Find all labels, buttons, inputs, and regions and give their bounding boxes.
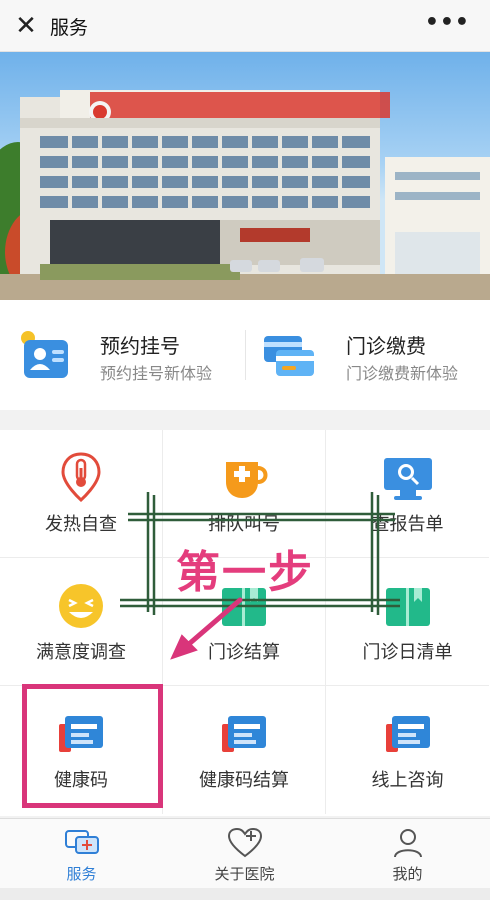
chat-plus-icon (64, 830, 99, 854)
person-icon (393, 829, 422, 858)
grid-item-label: 健康码 (54, 770, 108, 791)
smiley-icon (59, 584, 103, 628)
grid-item-label: 门诊结算 (208, 642, 280, 663)
tab-services[interactable]: 服务 (0, 825, 163, 885)
grid-item-fever-check[interactable]: 发热自查 (0, 430, 163, 558)
tab-mine[interactable]: 我的 (326, 825, 489, 885)
tab-label: 服务 (66, 865, 97, 883)
grid-item-daily-list[interactable]: 门诊日清单 (326, 558, 489, 686)
top-bar: ✕ 服务 ••• (0, 0, 490, 52)
book-icon (222, 588, 266, 626)
appointment-title: 预约挂号 (100, 334, 180, 358)
tab-label: 我的 (392, 865, 423, 883)
payment-entry[interactable]: 门诊缴费 门诊缴费新体验 (262, 326, 482, 386)
grid-item-settlement[interactable]: 门诊结算 (163, 558, 326, 686)
grid-item-health-code[interactable]: 健康码 (0, 686, 163, 814)
more-icon[interactable]: ••• (425, 10, 470, 35)
close-icon[interactable]: ✕ (12, 12, 40, 40)
appointment-subtitle: 预约挂号新体验 (100, 364, 213, 383)
appointment-entry[interactable]: 预约挂号 预约挂号新体验 (20, 326, 240, 386)
hospital-banner[interactable] (0, 52, 490, 300)
health-card-icon (222, 716, 266, 752)
payment-title: 门诊缴费 (346, 334, 426, 358)
grid-item-label: 排队叫号 (208, 514, 280, 535)
tab-about-hospital[interactable]: 关于医院 (163, 825, 326, 885)
tab-label: 关于医院 (214, 865, 275, 883)
health-card-icon (385, 716, 430, 752)
page-title: 服务 (50, 17, 89, 39)
payment-cards-icon (264, 336, 314, 376)
appointment-card-icon (21, 331, 68, 378)
grid-item-label: 满意度调查 (36, 642, 126, 663)
quick-divider (245, 330, 246, 380)
thermometer-pin-icon (61, 452, 101, 503)
book-icon (385, 588, 430, 626)
quick-services: 预约挂号 预约挂号新体验 门诊缴费 门诊缴费新体验 (0, 300, 490, 410)
grid-item-label: 线上咨询 (371, 770, 444, 791)
grid-item-report[interactable]: 查报告单 (326, 430, 489, 558)
grid-item-online-consult[interactable]: 线上咨询 (326, 686, 489, 814)
grid-item-label: 发热自查 (45, 514, 117, 535)
monitor-search-icon (383, 458, 432, 500)
grid-item-label: 查报告单 (371, 514, 444, 535)
grid-item-queue[interactable]: 排队叫号 (163, 430, 326, 558)
grid-item-label: 门诊日清单 (362, 642, 453, 663)
service-grid: 发热自查 排队叫号 查报告单 满意度调查 门诊结算 门诊日清单 健康码 健康码结… (0, 430, 490, 816)
bottom-strip (0, 888, 490, 900)
grid-item-health-code-settlement[interactable]: 健康码结算 (163, 686, 326, 814)
cup-icon (226, 462, 268, 498)
bottom-tab-bar: 服务 关于医院 我的 (0, 818, 490, 888)
grid-item-satisfaction[interactable]: 满意度调查 (0, 558, 163, 686)
grid-item-label: 健康码结算 (199, 770, 289, 791)
heart-plus-icon (227, 827, 262, 858)
hospital-building-image (0, 90, 490, 300)
health-card-icon (59, 716, 103, 752)
payment-subtitle: 门诊缴费新体验 (346, 364, 459, 383)
